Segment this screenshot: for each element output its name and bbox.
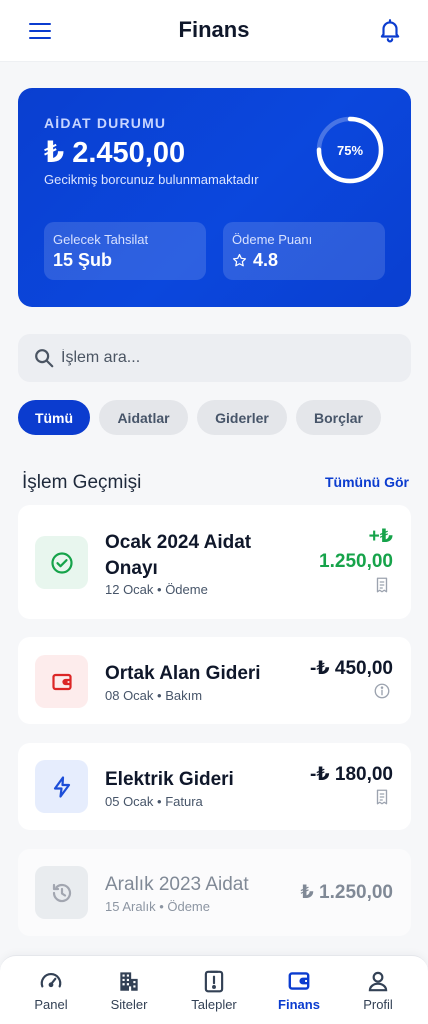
search-icon [35,349,54,368]
receipt-icon [376,789,388,805]
transaction-name: Elektrik Gideri [105,769,234,790]
gauge-icon [40,973,62,988]
building-icon [120,972,138,991]
transaction-row[interactable]: Ocak 2024 Aidat Onayı 12 Ocak • Ödeme +₺… [18,505,411,619]
transaction-row[interactable]: Elektrik Gideri 05 Ocak • Fatura -₺ 180,… [18,743,411,830]
page-title: Finans [178,17,250,42]
transaction-amount: 1.250,00 [319,551,393,572]
bottom-nav: Panel Siteler Talepler Finans Profil [0,955,428,1024]
alert-clipboard-icon [204,970,224,993]
transaction-row[interactable]: Ortak Alan Gideri 08 Ocak • Bakım -₺ 450… [18,637,411,724]
next-collection-value: 15 Şub [53,250,113,270]
transaction-name: Aralık 2023 Aidat [105,874,249,895]
dues-status-card: AİDAT DURUMU ₺ 2.450,00 Gecikmiş borcunu… [18,88,411,307]
nav-item-panel[interactable]: Panel [11,968,91,1012]
payment-score-label: Ödeme Puanı [232,232,313,247]
transaction-amount: ₺ 1.250,00 [300,882,393,903]
nav-label: Talepler [191,997,237,1012]
user-icon [368,971,388,992]
check-circle-icon [35,536,88,589]
transaction-name: Ortak Alan Gideri [105,663,261,684]
transaction-amount-sign: +₺ [368,526,393,547]
nav-label: Profil [363,997,393,1012]
star-icon [232,253,247,267]
bell-icon[interactable] [377,17,403,43]
payment-score-stat: Ödeme Puanı 4.8 [223,222,385,280]
history-title: İşlem Geçmişi [22,472,142,493]
transaction-meta: 05 Ocak • Fatura [105,794,203,809]
transaction-name: Ocak 2024 Aidat Onayı [105,532,252,579]
see-all-link[interactable]: Tümünü Gör [325,474,409,490]
transaction-row[interactable]: Aralık 2023 Aidat 15 Aralık • Ödeme ₺ 1.… [18,849,411,936]
wallet-icon [35,655,88,708]
lightning-icon [35,760,88,813]
nav-item-finance[interactable]: Finans [259,968,339,1012]
transaction-meta: 15 Aralık • Ödeme [105,899,210,914]
nav-label: Finans [278,997,320,1012]
nav-item-sites[interactable]: Siteler [89,968,169,1012]
next-collection-stat: Gelecek Tahsilat 15 Şub [44,222,206,280]
payment-score-value: 4.8 [253,250,279,270]
receipt-icon [376,577,388,593]
progress-label: 75% [336,142,364,158]
wallet-icon [288,972,310,990]
nav-item-profile[interactable]: Profil [338,968,418,1012]
transaction-meta: 12 Ocak • Ödeme [105,582,208,597]
app-header: Finans [0,0,428,62]
nav-label: Panel [34,997,68,1012]
history-icon [35,866,88,919]
filter-debts[interactable]: Borçlar [296,400,381,435]
search-input[interactable] [61,334,391,382]
transaction-amount: -₺ 450,00 [310,658,393,679]
dues-amount: ₺ 2.450,00 [44,137,186,169]
transaction-meta: 08 Ocak • Bakım [105,688,203,703]
transaction-amount: -₺ 180,00 [310,764,393,785]
dues-status-label: AİDAT DURUMU [44,115,167,131]
filter-expenses[interactable]: Giderler [197,400,287,435]
filter-dues[interactable]: Aidatlar [99,400,188,435]
info-icon [374,683,390,699]
next-collection-label: Gelecek Tahsilat [53,232,149,247]
filter-all[interactable]: Tümü [18,400,90,435]
dues-subtitle: Gecikmiş borcunuz bulunmamaktadır [44,172,259,187]
nav-label: Siteler [110,997,148,1012]
nav-item-requests[interactable]: Talepler [174,968,254,1012]
search-bar [18,334,411,382]
